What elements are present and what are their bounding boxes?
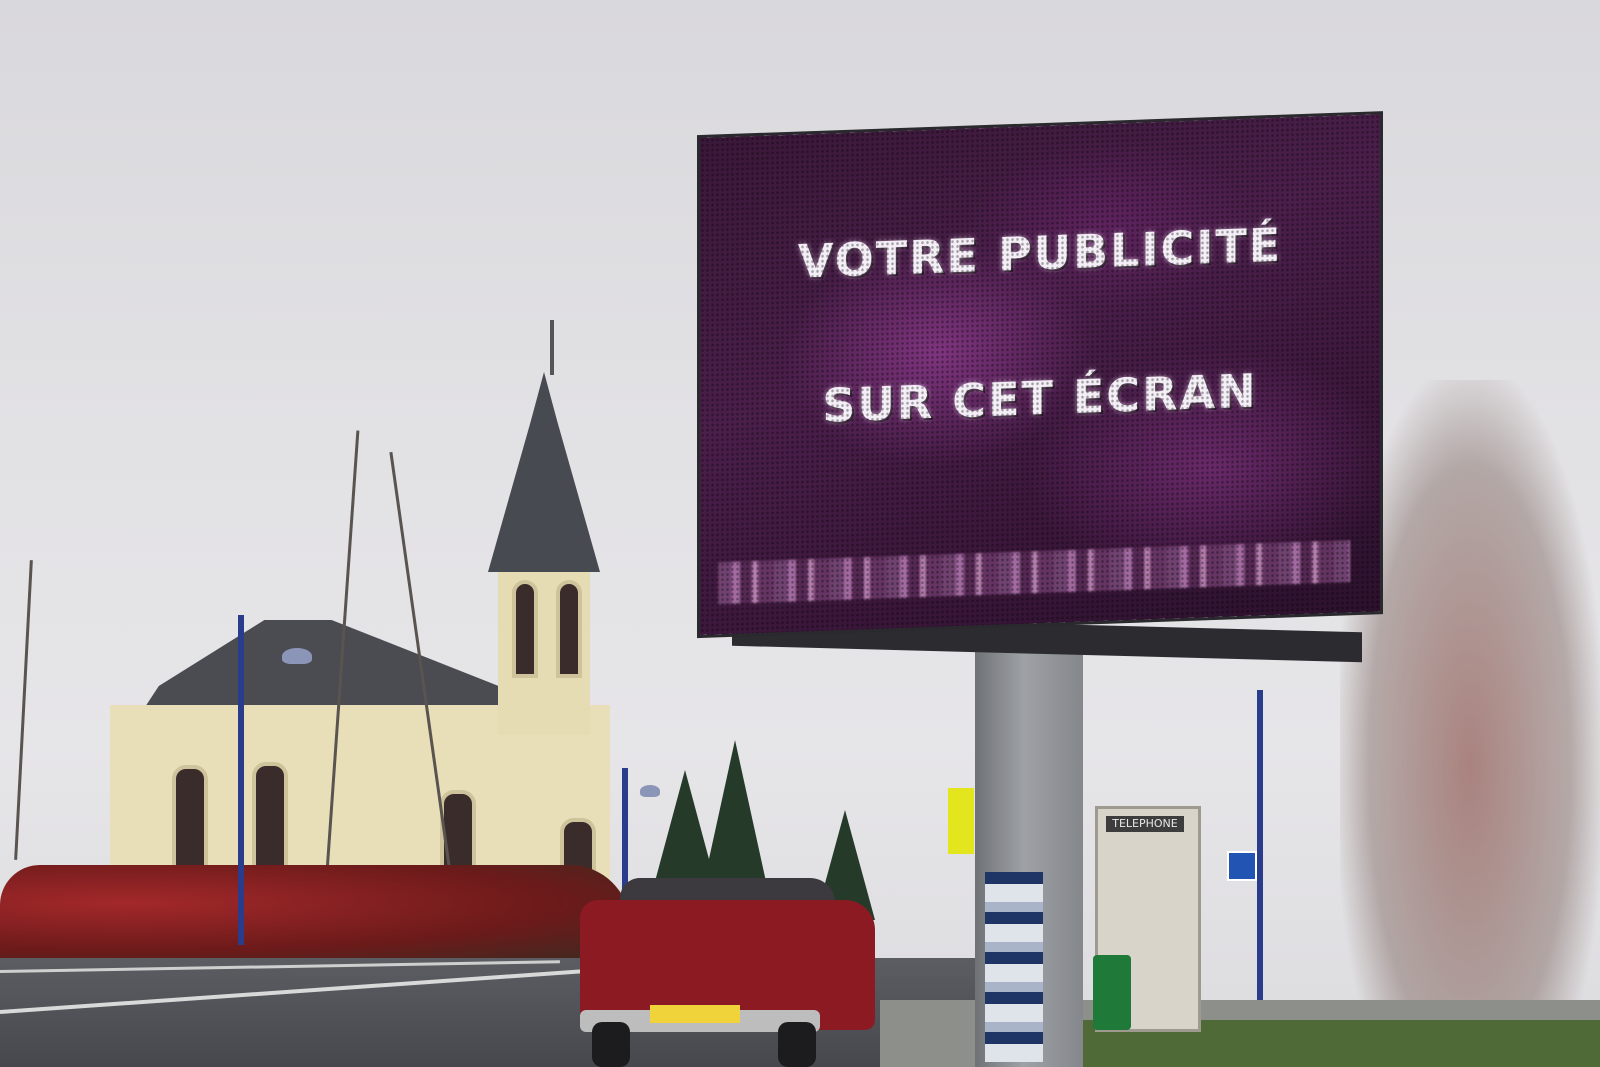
billboard-ticker: [718, 540, 1350, 605]
church-window: [172, 765, 208, 873]
red-hedge: [0, 865, 630, 960]
billboard-line-1: VOTRE PUBLICITÉ: [797, 217, 1283, 289]
conifer-tree: [700, 740, 770, 900]
tower-window: [512, 580, 538, 678]
street-lamp: [238, 615, 244, 945]
church-window: [252, 762, 288, 870]
church-spire: [488, 372, 600, 572]
spire-cross: [550, 320, 554, 375]
photo-scene: TELEPHONE VOTRE PUBLICITÉ SUR CET ÉCRAN: [0, 0, 1600, 1067]
pedestrian-crossing-sign: [1227, 851, 1257, 881]
license-plate: [650, 1005, 740, 1023]
pole-sign: [985, 872, 1043, 1062]
car-wheel: [778, 1022, 816, 1067]
car-wheel: [592, 1022, 630, 1067]
lamp-head: [282, 648, 312, 664]
yellow-road-sign: [948, 788, 974, 854]
phone-booth-label: TELEPHONE: [1106, 816, 1184, 832]
bare-tree: [14, 560, 33, 860]
tower-window: [556, 580, 582, 678]
led-billboard-screen: VOTRE PUBLICITÉ SUR CET ÉCRAN: [700, 114, 1380, 635]
lamp-head: [640, 785, 660, 797]
billboard-line-2: SUR CET ÉCRAN: [822, 363, 1258, 433]
green-bin: [1093, 955, 1131, 1030]
street-lamp: [1257, 690, 1263, 1045]
